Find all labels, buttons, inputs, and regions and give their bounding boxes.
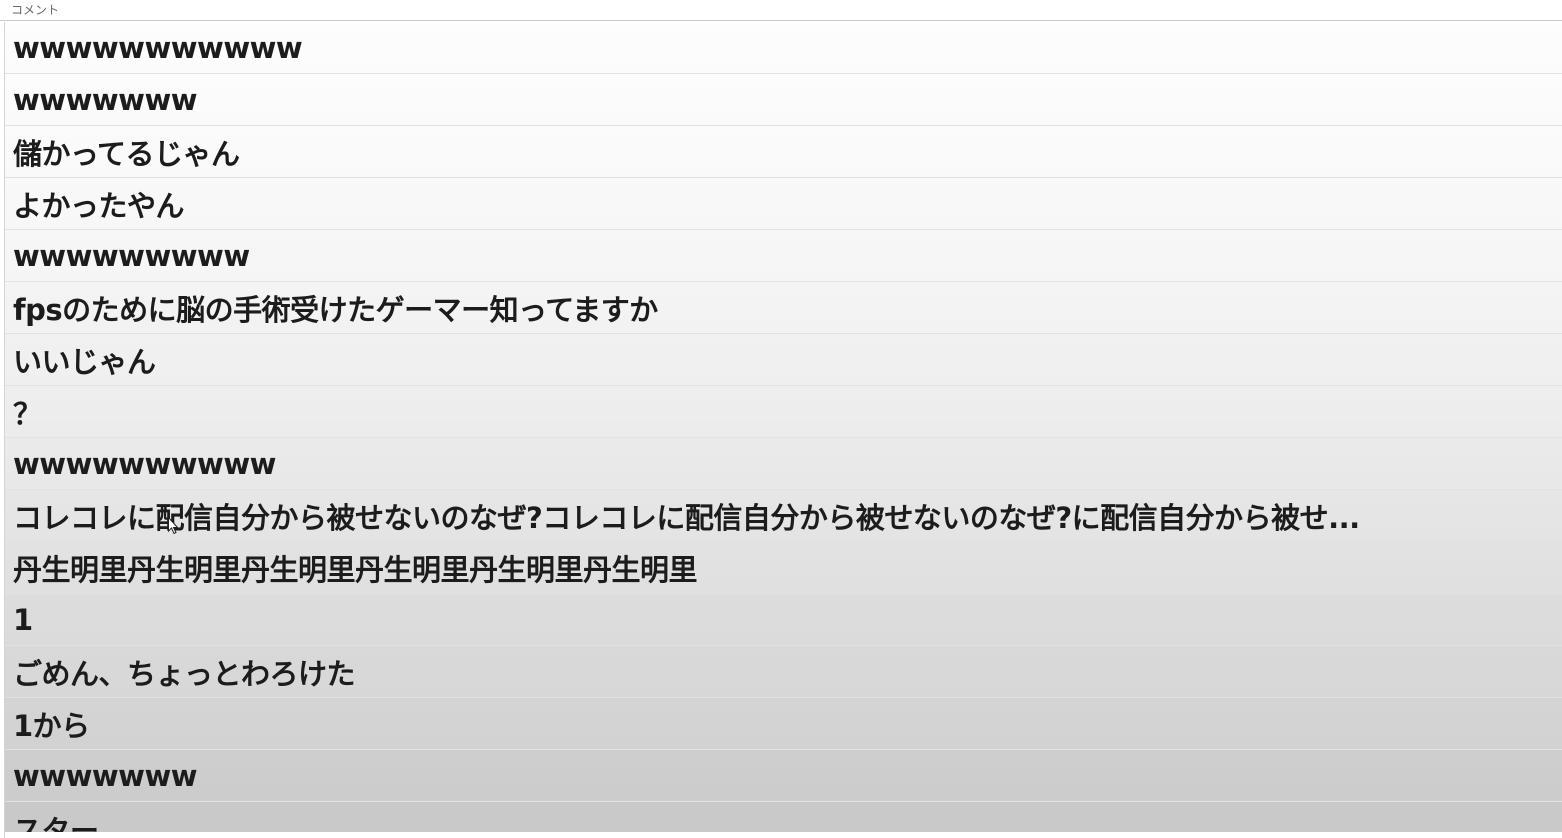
comment-text: コレコレに配信自分から被せないのなぜ?コレコレに配信自分から被せないのなぜ?に配… bbox=[13, 500, 1360, 535]
comment-text: 1 bbox=[13, 602, 33, 637]
comment-row[interactable]: fpsのために脳の手術受けたゲーマー知ってますか bbox=[5, 282, 1562, 334]
comment-row[interactable]: wwwwwwwwwww bbox=[5, 22, 1562, 74]
comment-row[interactable]: スター... bbox=[5, 802, 1562, 832]
comment-row[interactable]: wwwwwwwww bbox=[5, 230, 1562, 282]
comment-row[interactable]: いいじゃん bbox=[5, 334, 1562, 386]
comment-column-header[interactable]: コメント bbox=[0, 0, 1562, 21]
comment-row[interactable]: wwwwwwwwww bbox=[5, 438, 1562, 490]
comment-row[interactable]: 1 bbox=[5, 594, 1562, 646]
comment-row[interactable]: よかったやん bbox=[5, 178, 1562, 230]
comment-text: wwwwwwwwww bbox=[13, 446, 276, 481]
comment-text: スター... bbox=[13, 814, 131, 832]
comment-text: いいじゃん bbox=[13, 344, 156, 379]
comment-row[interactable]: ごめん、ちょっとわろけた bbox=[5, 646, 1562, 698]
comment-row[interactable]: wwwwwww bbox=[5, 750, 1562, 802]
comment-list[interactable]: wwwwwwwwwww wwwwwww 儲かってるじゃん よかったやん wwww… bbox=[4, 22, 1562, 838]
comment-text: wwwwwwwww bbox=[13, 238, 250, 273]
comment-text: wwwwwww bbox=[13, 758, 198, 793]
comment-column-label: コメント bbox=[11, 2, 60, 17]
comment-row[interactable]: ？ bbox=[5, 386, 1562, 438]
comment-text: wwwwwwwwwww bbox=[13, 30, 303, 65]
comment-row[interactable]: 1から bbox=[5, 698, 1562, 750]
comment-text: ごめん、ちょっとわろけた bbox=[13, 656, 356, 691]
comment-row[interactable]: wwwwwww bbox=[5, 74, 1562, 126]
comment-text: ？ bbox=[13, 396, 42, 431]
comment-text: よかったやん bbox=[13, 188, 185, 223]
comment-viewer-window: コメント wwwwwwwwwww wwwwwww 儲かってるじゃん よかったやん… bbox=[0, 0, 1562, 838]
comment-text: 儲かってるじゃん bbox=[13, 136, 240, 171]
comment-text: 丹生明里丹生明里丹生明里丹生明里丹生明里丹生明里 bbox=[13, 552, 698, 587]
comment-text: wwwwwww bbox=[13, 82, 198, 117]
comment-text: 1から bbox=[13, 708, 90, 743]
comment-row[interactable]: 儲かってるじゃん bbox=[5, 126, 1562, 178]
comment-text: fpsのために脳の手術受けたゲーマー知ってますか bbox=[13, 292, 658, 327]
comment-row[interactable]: 丹生明里丹生明里丹生明里丹生明里丹生明里丹生明里 bbox=[5, 542, 1562, 594]
comment-row[interactable]: コレコレに配信自分から被せないのなぜ?コレコレに配信自分から被せないのなぜ?に配… bbox=[5, 490, 1562, 542]
